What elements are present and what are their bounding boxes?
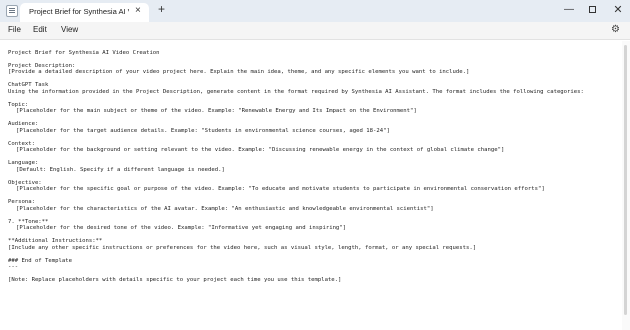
menu-file[interactable]: File xyxy=(8,25,21,34)
new-tab-icon[interactable]: + xyxy=(158,2,165,16)
scrollbar-thumb[interactable] xyxy=(624,45,627,315)
vertical-scrollbar[interactable] xyxy=(622,41,630,330)
notepad-app-icon xyxy=(6,5,18,17)
minimize-icon[interactable]: — xyxy=(557,1,581,19)
tab-title: Project Brief for Synthesia AI Vide xyxy=(29,7,129,16)
title-bar: Project Brief for Synthesia AI Vide × + … xyxy=(0,0,630,22)
menu-edit[interactable]: Edit xyxy=(33,25,47,34)
menu-view[interactable]: View xyxy=(61,25,78,34)
settings-gear-icon[interactable]: ⚙ xyxy=(611,24,620,35)
document-text: Project Brief for Synthesia AI Video Cre… xyxy=(8,43,598,284)
text-editor[interactable]: Project Brief for Synthesia AI Video Cre… xyxy=(0,41,630,330)
tab-close-icon[interactable]: × xyxy=(135,5,141,17)
note-line: [Note: Replace placeholders with details… xyxy=(8,277,342,283)
close-window-icon[interactable]: ✕ xyxy=(606,1,630,19)
document-tab[interactable]: Project Brief for Synthesia AI Vide × xyxy=(20,3,149,22)
menu-bar: File Edit View ⚙ xyxy=(0,22,630,40)
task-body: Using the information provided in the Pr… xyxy=(8,88,584,95)
maximize-icon[interactable] xyxy=(580,1,604,19)
objective-body: [Placeholder for the specific goal or pu… xyxy=(16,186,545,192)
